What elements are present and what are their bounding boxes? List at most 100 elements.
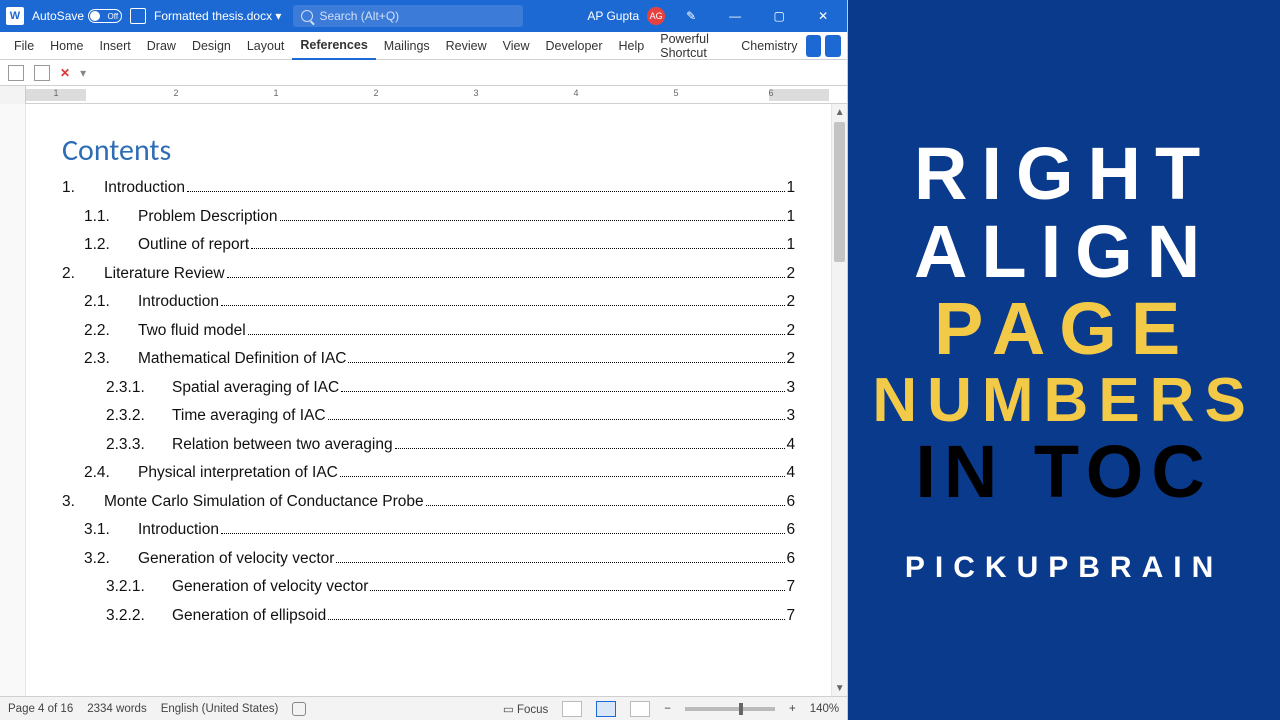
toc-number: 2.1. — [84, 293, 118, 311]
tab-layout[interactable]: Layout — [239, 32, 293, 60]
toc-title: Physical interpretation of IAC — [138, 464, 338, 482]
toc-leader — [328, 419, 785, 420]
toc-title: Problem Description — [138, 208, 278, 226]
toc-entry[interactable]: 3.Monte Carlo Simulation of Conductance … — [62, 493, 795, 522]
toc-page: 2 — [787, 293, 796, 311]
scroll-up-icon[interactable]: ▲ — [832, 104, 847, 120]
table-of-contents: 1.Introduction11.1.Problem Description11… — [62, 179, 795, 635]
toc-leader — [348, 362, 784, 363]
share-button[interactable] — [825, 35, 841, 57]
avatar[interactable]: AG — [647, 7, 665, 25]
vertical-scrollbar[interactable]: ▲ ▼ — [831, 104, 847, 696]
toc-number: 1.1. — [84, 208, 118, 226]
delete-icon[interactable]: ✕ — [60, 66, 70, 80]
toc-leader — [221, 305, 785, 306]
chevron-down-icon[interactable]: ▾ — [80, 66, 86, 80]
scroll-down-icon[interactable]: ▼ — [832, 680, 847, 696]
read-mode-button[interactable] — [562, 701, 582, 717]
toc-number: 2.2. — [84, 322, 118, 340]
toc-entry[interactable]: 3.2.Generation of velocity vector6 — [62, 550, 795, 579]
zoom-out-button[interactable]: − — [664, 703, 671, 715]
autosave-toggle[interactable]: AutoSave Off — [32, 9, 122, 23]
toc-title: Two fluid model — [138, 322, 246, 340]
language-indicator[interactable]: English (United States) — [161, 703, 279, 715]
focus-mode-label[interactable]: ▭ Focus — [503, 702, 548, 716]
toc-page: 3 — [787, 379, 796, 397]
toc-entry[interactable]: 2.3.Mathematical Definition of IAC2 — [62, 350, 795, 379]
word-count[interactable]: 2334 words — [87, 703, 146, 715]
toc-title: Literature Review — [104, 265, 225, 283]
toc-title: Introduction — [138, 521, 219, 539]
tab-references[interactable]: References — [292, 32, 375, 60]
toc-leader — [336, 562, 784, 563]
toc-entry[interactable]: 3.1.Introduction6 — [62, 521, 795, 550]
tab-draw[interactable]: Draw — [139, 32, 184, 60]
save-icon[interactable] — [130, 8, 146, 24]
ribbon-mode-icon[interactable]: ✎ — [673, 0, 709, 32]
zoom-in-button[interactable]: + — [789, 703, 796, 715]
toc-entry[interactable]: 1.1.Problem Description1 — [62, 208, 795, 237]
toc-entry[interactable]: 3.2.1.Generation of velocity vector7 — [62, 578, 795, 607]
word-window: W AutoSave Off Formatted thesis.docx ▾ S… — [0, 0, 848, 720]
toc-entry[interactable]: 2.3.1.Spatial averaging of IAC3 — [62, 379, 795, 408]
toc-entry[interactable]: 3.2.2.Generation of ellipsoid7 — [62, 607, 795, 636]
search-input[interactable]: Search (Alt+Q) — [293, 5, 523, 27]
tab-file[interactable]: File — [6, 32, 42, 60]
toc-entry[interactable]: 2.2.Two fluid model2 — [62, 322, 795, 351]
toc-entry[interactable]: 1.Introduction1 — [62, 179, 795, 208]
toc-leader — [251, 248, 784, 249]
user-name[interactable]: AP Gupta — [587, 9, 639, 23]
maximize-button[interactable]: ▢ — [761, 0, 797, 32]
banner-line: IN TOC — [915, 433, 1212, 511]
document-title[interactable]: Formatted thesis.docx ▾ — [154, 9, 281, 23]
document-page[interactable]: Contents 1.Introduction11.1.Problem Desc… — [26, 104, 831, 696]
toc-entry[interactable]: 1.2.Outline of report1 — [62, 236, 795, 265]
toc-leader — [340, 476, 785, 477]
tab-powerful-shortcut[interactable]: Powerful Shortcut — [652, 32, 733, 60]
minimize-button[interactable]: — — [717, 0, 753, 32]
banner-line: RIGHT — [914, 135, 1214, 213]
vertical-ruler[interactable] — [0, 104, 26, 696]
toc-title: Introduction — [138, 293, 219, 311]
tab-home[interactable]: Home — [42, 32, 91, 60]
toc-entry[interactable]: 2.4.Physical interpretation of IAC4 — [62, 464, 795, 493]
tab-help[interactable]: Help — [611, 32, 653, 60]
toc-leader — [370, 590, 784, 591]
tab-insert[interactable]: Insert — [92, 32, 139, 60]
scroll-thumb[interactable] — [834, 122, 845, 262]
footnote-icon[interactable] — [34, 65, 50, 81]
toc-leader — [280, 220, 785, 221]
toc-entry[interactable]: 2.3.2.Time averaging of IAC3 — [62, 407, 795, 436]
toc-icon[interactable] — [8, 65, 24, 81]
tab-review[interactable]: Review — [438, 32, 495, 60]
print-layout-button[interactable] — [596, 701, 616, 717]
horizontal-ruler[interactable]: 12123456 — [0, 86, 847, 104]
tab-developer[interactable]: Developer — [538, 32, 611, 60]
search-icon — [301, 10, 313, 22]
page-indicator[interactable]: Page 4 of 16 — [8, 703, 73, 715]
comments-button[interactable] — [806, 35, 822, 57]
toc-title: Relation between two averaging — [172, 436, 393, 454]
toc-leader — [426, 505, 785, 506]
tab-design[interactable]: Design — [184, 32, 239, 60]
toc-entry[interactable]: 2.1. Introduction 2 — [62, 293, 795, 322]
toc-page: 2 — [787, 350, 796, 368]
zoom-level[interactable]: 140% — [810, 703, 839, 715]
banner-line: NUMBERS — [872, 368, 1255, 433]
accessibility-icon[interactable] — [292, 702, 306, 716]
toc-page: 4 — [787, 464, 796, 482]
toc-title: Spatial averaging of IAC — [172, 379, 339, 397]
toc-entry[interactable]: 2.3.3.Relation between two averaging4 — [62, 436, 795, 465]
tab-view[interactable]: View — [495, 32, 538, 60]
toc-page: 6 — [787, 493, 796, 511]
toc-entry[interactable]: 2.Literature Review2 — [62, 265, 795, 294]
web-layout-button[interactable] — [630, 701, 650, 717]
close-button[interactable]: ✕ — [805, 0, 841, 32]
toc-page: 7 — [787, 607, 796, 625]
toc-number: 2.3.3. — [106, 436, 154, 454]
toggle-switch-off[interactable]: Off — [88, 9, 122, 23]
zoom-slider[interactable] — [685, 707, 775, 711]
tab-mailings[interactable]: Mailings — [376, 32, 438, 60]
tab-chemistry[interactable]: Chemistry — [733, 32, 805, 60]
document-area: Contents 1.Introduction11.1.Problem Desc… — [0, 104, 847, 696]
